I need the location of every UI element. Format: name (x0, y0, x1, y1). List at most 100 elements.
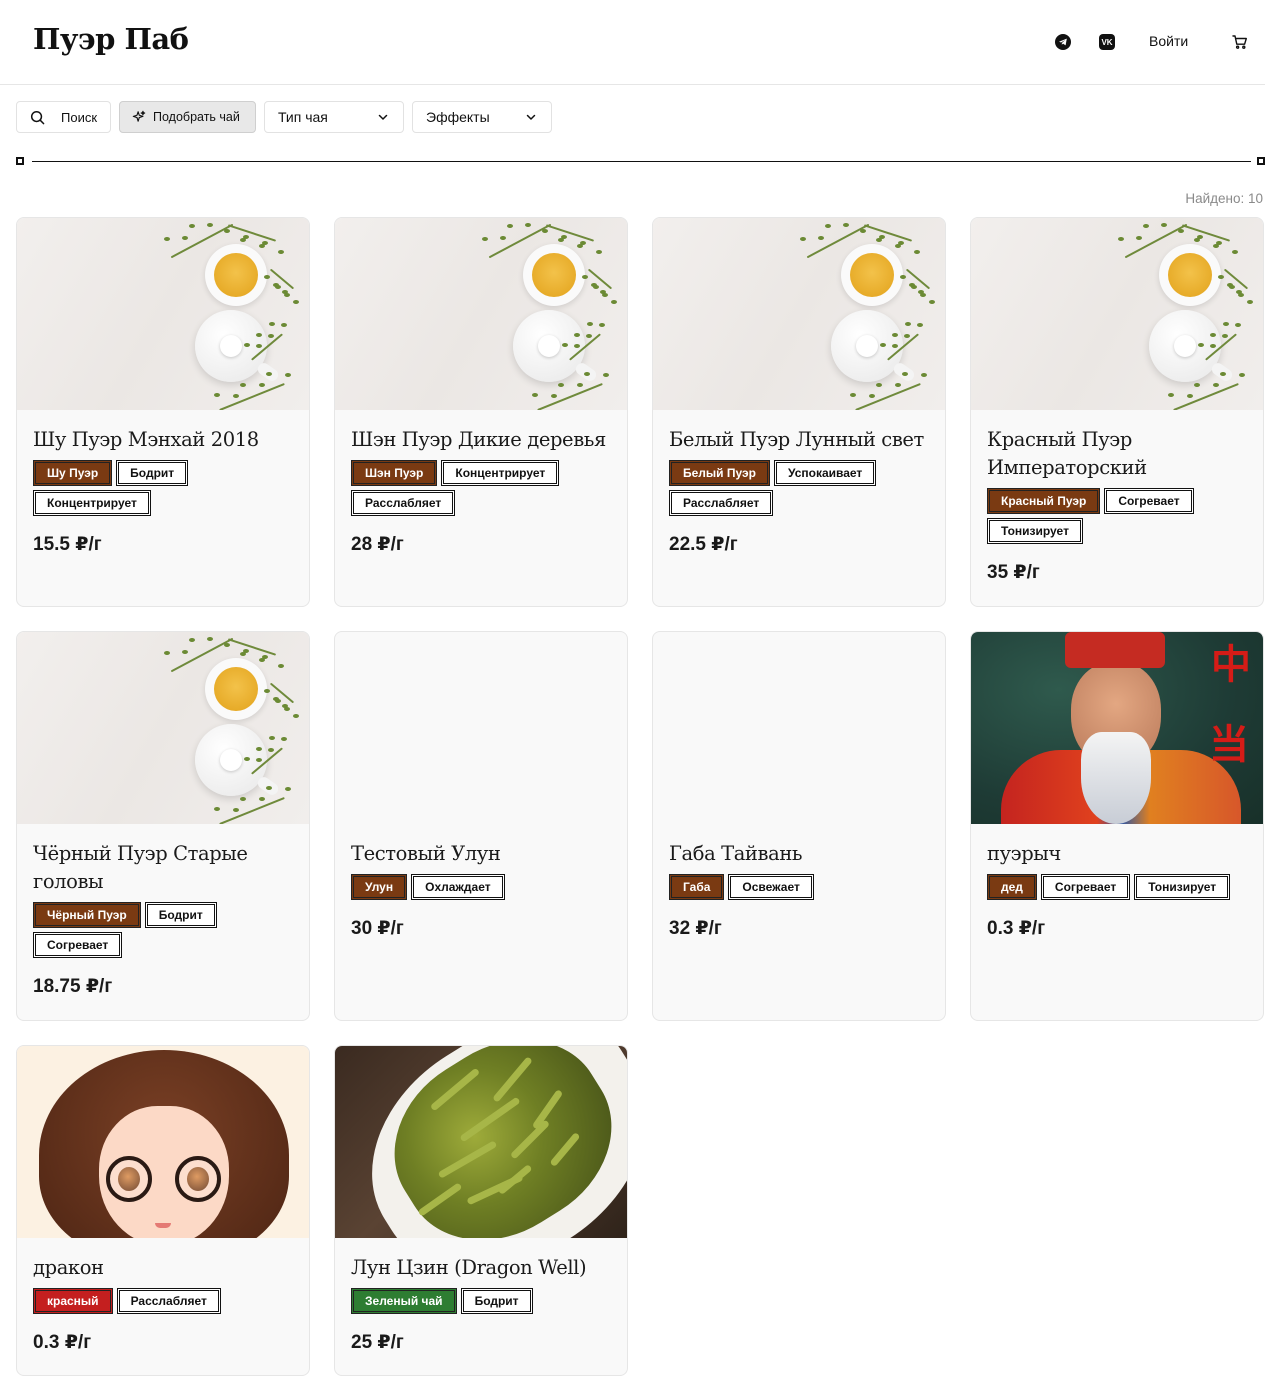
price-range-slider[interactable] (16, 157, 1265, 165)
effect-tag[interactable]: Освежает (728, 874, 814, 900)
product-card[interactable]: Шэн Пуэр Дикие деревья Шэн Пуэр Концентрир… (334, 217, 628, 607)
product-card-body: Шэн Пуэр Дикие деревья Шэн Пуэр Концентрир… (335, 410, 627, 556)
herb-leaf (898, 241, 905, 246)
effect-tag[interactable]: Бодрит (116, 460, 189, 486)
product-image (335, 632, 627, 824)
effect-tag[interactable]: Концентрирует (33, 490, 151, 516)
herb-leaf (894, 383, 901, 388)
effect-tag[interactable]: Успокаивает (773, 460, 877, 486)
effect-tag[interactable]: Тонизирует (987, 518, 1083, 544)
effect-tag[interactable]: Концентрирует (441, 460, 560, 486)
herb-leaf (268, 736, 275, 741)
tea-type-select[interactable]: Тип чая (264, 101, 404, 133)
product-title[interactable]: Белый Пуэр Лунный свет (669, 426, 929, 454)
search-label: Поиск (61, 109, 98, 125)
effects-select[interactable]: Эффекты (412, 101, 552, 133)
product-title[interactable]: Красный Пуэр Императорский (987, 426, 1247, 482)
pick-tea-button[interactable]: Подобрать чай (119, 101, 256, 133)
slider-max-handle[interactable] (1257, 157, 1265, 165)
herb-leaf (574, 332, 581, 337)
herb-leaf (1227, 282, 1234, 287)
herb-leaf (557, 382, 564, 387)
herb-leaf (1219, 372, 1226, 377)
effects-label: Эффекты (426, 109, 490, 125)
product-card[interactable]: Красный Пуэр Императорский Красный Пуэр Со… (970, 217, 1264, 607)
effect-tag[interactable]: Тонизирует (1134, 874, 1231, 900)
vk-icon[interactable]: VK (1099, 34, 1115, 50)
category-tag[interactable]: Зеленый чай (351, 1288, 457, 1314)
herb-leaf (265, 786, 272, 791)
product-price: 30 ₽/г (351, 918, 404, 939)
category-tag[interactable]: Белый Пуэр (669, 460, 770, 486)
search-button[interactable]: Поиск (16, 101, 111, 133)
herb-leaf (1168, 393, 1174, 397)
herb-leaf (892, 332, 899, 337)
category-tag[interactable]: Шэн Пуэр (351, 460, 438, 486)
product-title[interactable]: дракон (33, 1254, 293, 1282)
herb-sprig (227, 224, 277, 242)
tea-cup (1159, 244, 1221, 306)
herb-leaf (879, 235, 886, 240)
category-tag[interactable]: Красный Пуэр (987, 488, 1101, 514)
product-card[interactable]: дракон красный Расслабляет 0.3 ₽/г (16, 1045, 310, 1376)
herb-leaf (1222, 333, 1229, 338)
effect-tag[interactable]: Расслабляет (116, 1288, 221, 1314)
slider-track[interactable] (32, 160, 1251, 162)
herb-leaf (264, 275, 270, 279)
product-card[interactable]: Шу Пуэр Мэнхай 2018 Шу Пуэр Бодрит Концентр… (16, 217, 310, 607)
effect-tag[interactable]: Расслабляет (351, 490, 456, 516)
login-link[interactable]: Войти (1149, 33, 1188, 49)
category-tag[interactable]: Шу Пуэр (33, 460, 113, 486)
product-title[interactable]: Лун Цзин (Dragon Well) (351, 1254, 611, 1282)
product-card[interactable]: Чёрный Пуэр Старые головы Чёрный Пуэр Бодр… (16, 631, 310, 1021)
herb-leaf (232, 393, 239, 398)
effect-tag[interactable]: Согревает (1040, 874, 1131, 900)
herb-leaf (1197, 235, 1204, 240)
effect-tag[interactable]: Расслабляет (669, 490, 774, 516)
herb-leaf (916, 323, 923, 328)
product-title[interactable]: Чёрный Пуэр Старые головы (33, 840, 293, 896)
product-title[interactable]: Шэн Пуэр Дикие деревья (351, 426, 611, 454)
herb-leaf (256, 746, 263, 751)
herb-leaf (580, 241, 587, 246)
product-card[interactable]: Лун Цзин (Dragon Well) Зеленый чай Бодрит 2… (334, 1045, 628, 1376)
herb-leaf (214, 393, 220, 397)
herb-leaf (256, 757, 263, 762)
category-tag[interactable]: Улун (351, 874, 408, 900)
site-header: Пуэр Паб VK Войти (0, 0, 1265, 85)
product-card-body: Красный Пуэр Императорский Красный Пуэр Со… (971, 410, 1263, 584)
category-tag[interactable]: Габа (669, 874, 725, 900)
effect-tag[interactable]: Согревает (1104, 488, 1194, 514)
cart-icon[interactable] (1232, 34, 1248, 50)
product-card[interactable]: Тестовый Улун Улун Охлаждает 30 ₽/г (334, 631, 628, 1021)
product-title[interactable]: пуэрыч (987, 840, 1247, 868)
herb-leaf (1231, 250, 1238, 255)
product-title[interactable]: Шу Пуэр Мэнхай 2018 (33, 426, 293, 454)
product-title[interactable]: Габа Тайвань (669, 840, 929, 868)
effect-tag[interactable]: Охлаждает (411, 874, 505, 900)
product-card-body: дракон красный Расслабляет 0.3 ₽/г (17, 1238, 309, 1354)
effect-tag[interactable]: Бодрит (144, 902, 217, 928)
teapot-lid (220, 335, 242, 357)
product-title[interactable]: Тестовый Улун (351, 840, 611, 868)
site-logo[interactable]: Пуэр Паб (33, 22, 189, 56)
effect-tag[interactable]: Согревает (33, 932, 123, 958)
herb-leaf (239, 382, 246, 387)
herb-sprig (537, 382, 603, 410)
category-tag[interactable]: дед (987, 874, 1037, 900)
product-card[interactable]: Габа Тайвань Габа Освежает 32 ₽/г (652, 631, 946, 1021)
effect-tag[interactable]: Бодрит (460, 1288, 533, 1314)
herb-leaf (482, 237, 488, 241)
tea-cup (841, 244, 903, 306)
red-glyph: 中 (1211, 642, 1251, 688)
herb-leaf (920, 372, 927, 377)
herb-leaf (1212, 383, 1219, 388)
slider-min-handle[interactable] (16, 157, 24, 165)
herb-leaf (239, 796, 246, 801)
product-tags: Зеленый чай Бодрит (351, 1288, 611, 1314)
category-tag[interactable]: красный (33, 1288, 113, 1314)
telegram-icon[interactable] (1055, 34, 1071, 50)
category-tag[interactable]: Чёрный Пуэр (33, 902, 141, 928)
product-card[interactable]: 中当 пуэрыч дед Согревает Тонизирует 0.3 ₽/г (970, 631, 1264, 1021)
product-card[interactable]: Белый Пуэр Лунный свет Белый Пуэр Успокаив… (652, 217, 946, 607)
